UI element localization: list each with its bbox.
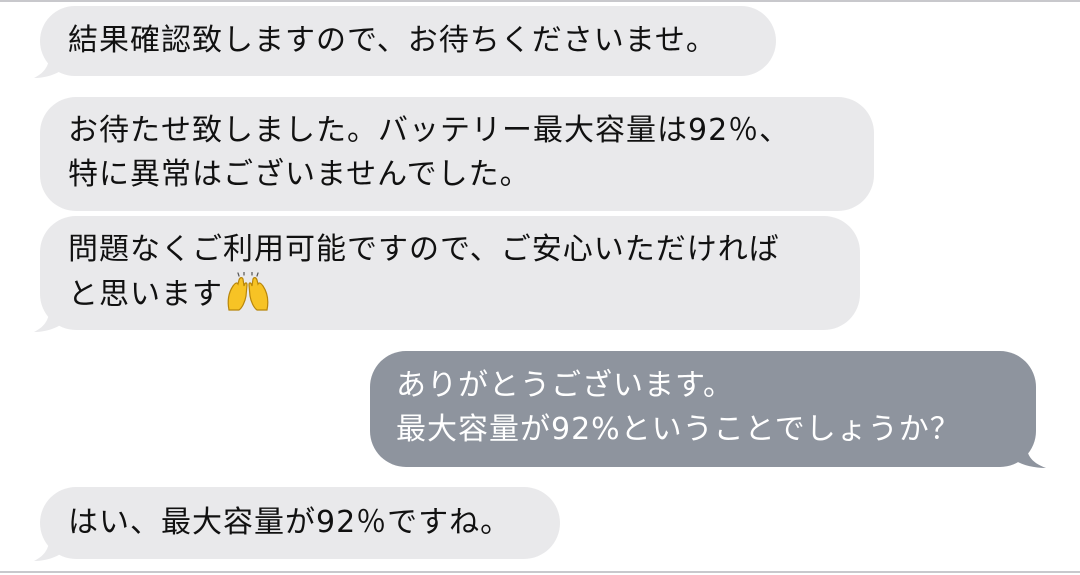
message-text: はい、最大容量が92％ですね。 xyxy=(68,501,532,545)
received-message-bubble[interactable]: はい、最大容量が92％ですね。 xyxy=(40,487,560,559)
message-text: 問題なくご利用可能ですので、ご安心いただければ と思います xyxy=(68,228,832,325)
bubble-tail-received xyxy=(34,304,64,332)
message-line-text: と思います xyxy=(68,277,223,312)
received-message-bubble[interactable]: 結果確認致しますので、お待ちくださいませ。 xyxy=(40,6,776,76)
message-text: ありがとうございます。 最大容量が92%ということでしょうか？ xyxy=(396,364,1010,452)
bottom-divider xyxy=(0,571,1080,573)
raising-hands-emoji xyxy=(225,271,271,325)
message-text: 結果確認致しますので、お待ちくださいませ。 xyxy=(68,19,748,63)
message-line: お待たせ致しました。バッテリー最大容量は92％、 xyxy=(68,113,791,148)
message-line: 特に異常はございませんでした。 xyxy=(68,157,531,192)
sent-message-bubble[interactable]: ありがとうございます。 最大容量が92%ということでしょうか？ xyxy=(370,351,1036,467)
received-message-bubble[interactable]: お待たせ致しました。バッテリー最大容量は92％、 特に異常はございませんでした。 xyxy=(40,97,874,211)
top-divider xyxy=(0,0,1080,2)
bubble-tail-received xyxy=(34,50,64,78)
message-line: 最大容量が92%ということでしょうか？ xyxy=(396,412,961,447)
message-text: お待たせ致しました。バッテリー最大容量は92％、 特に異常はございませんでした。 xyxy=(68,109,846,197)
received-message-bubble[interactable]: 問題なくご利用可能ですので、ご安心いただければ と思います xyxy=(40,216,860,330)
message-line: 結果確認致しますので、お待ちくださいませ。 xyxy=(68,23,717,58)
bubble-tail-received xyxy=(34,533,64,561)
message-line: 問題なくご利用可能ですので、ご安心いただければ xyxy=(68,232,780,267)
message-line: ありがとうございます。 xyxy=(396,368,734,403)
message-line: はい、最大容量が92％ですね。 xyxy=(68,505,512,540)
bubble-tail-sent xyxy=(1012,440,1046,468)
message-line-with-emoji: と思います xyxy=(68,271,832,325)
